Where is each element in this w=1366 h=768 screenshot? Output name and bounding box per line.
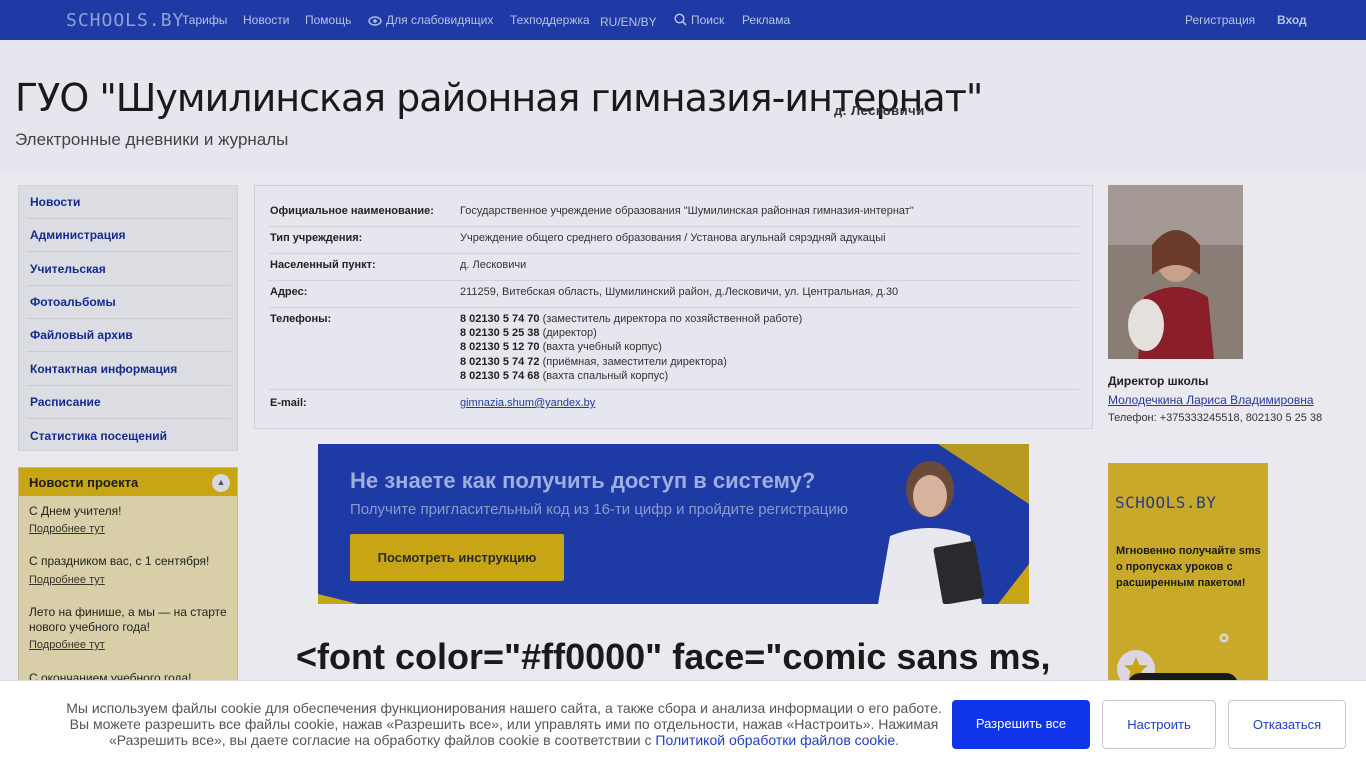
collapse-button[interactable]: ▲ <box>212 474 230 492</box>
phone-number[interactable]: 8 02130 5 74 70 <box>460 313 540 325</box>
sidebar-item-photo-albums[interactable]: Фотоальбомы <box>30 295 116 309</box>
register-link[interactable]: Регистрация <box>1185 13 1255 27</box>
phone-number[interactable]: 8 02130 5 74 68 <box>460 370 540 382</box>
site-logo[interactable]: SCHOOLS.BY <box>66 10 184 31</box>
school-header: ГУО "Шумилинская районная гимназия-интер… <box>0 40 1366 170</box>
nav-support[interactable]: Техподдержка <box>510 13 590 27</box>
configure-button[interactable]: Настроить <box>1102 700 1216 749</box>
sidebar-item-contacts[interactable]: Контактная информация <box>30 362 177 376</box>
news-item-link[interactable]: Подробнее тут <box>29 523 105 535</box>
divider <box>27 385 231 386</box>
phone-note: (заместитель директора по хозяйственной … <box>542 313 803 325</box>
divider <box>27 218 231 219</box>
divider <box>269 253 1079 254</box>
phone-note: (вахта спальный корпус) <box>542 370 669 382</box>
access-banner[interactable]: Не знаете как получить доступ в систему?… <box>318 444 1029 604</box>
type-label: Тип учреждения: <box>270 232 363 244</box>
phone-number[interactable]: 8 02130 5 25 38 <box>460 327 540 339</box>
nav-search-label: Поиск <box>691 13 725 27</box>
director-phone: Телефон: +375333245518, 802130 5 25 38 <box>1108 412 1323 424</box>
nav-ads[interactable]: Реклама <box>742 13 790 27</box>
reject-button[interactable]: Отказаться <box>1228 700 1346 749</box>
project-news-panel: Новости проекта ▲ С Днем учителя! Подроб… <box>18 467 238 697</box>
search-icon <box>674 13 687 29</box>
email-link[interactable]: gimnazia.shum@yandex.by <box>460 397 595 409</box>
official-name-label: Официальное наименование: <box>270 205 434 217</box>
divider <box>27 285 231 286</box>
cookie-tail: . <box>895 732 900 748</box>
sidebar-item-schedule[interactable]: Расписание <box>30 395 101 409</box>
sidebar-item-statistics[interactable]: Статистика посещений <box>30 429 167 443</box>
top-navbar: SCHOOLS.BY Тарифы Новости Помощь Для сла… <box>0 0 1366 40</box>
phone-number[interactable]: 8 02130 5 74 72 <box>460 356 540 368</box>
school-location: д. Лесковичи <box>834 103 925 118</box>
project-news-title: Новости проекта <box>29 475 139 490</box>
email-label: E-mail: <box>270 397 307 409</box>
nav-accessibility-label: Для слабовидящих <box>386 13 494 27</box>
director-name-link[interactable]: Молодечкина Лариса Владимировна <box>1108 393 1314 407</box>
banner-title: Не знаете как получить доступ в систему? <box>350 468 816 493</box>
school-info-card: Официальное наименование: Государственно… <box>254 185 1093 429</box>
locality-value: д. Лесковичи <box>460 259 527 271</box>
project-news-header: Новости проекта ▲ <box>19 468 237 496</box>
type-value: Учреждение общего среднего образования /… <box>460 232 886 244</box>
official-name-value: Государственное учреждение образования "… <box>460 205 914 217</box>
phone-entry: 8 02130 5 74 68 (вахта спальный корпус) <box>460 370 668 382</box>
sidebar-menu: Новости Администрация Учительская Фотоал… <box>18 185 238 451</box>
sidebar-item-file-archive[interactable]: Файловый архив <box>30 328 133 342</box>
cookie-policy-link[interactable]: Политикой обработки файлов cookie <box>655 732 895 748</box>
news-item-title: С праздником вас, с 1 сентября! <box>29 554 210 568</box>
language-switcher[interactable]: RU/EN/BY <box>600 15 657 29</box>
sms-ad[interactable]: SCHOOLS.BY Мгновенно получайте sms о про… <box>1108 463 1268 703</box>
divider <box>27 351 231 352</box>
director-title: Директор школы <box>1108 374 1209 388</box>
address-label: Адрес: <box>270 286 308 298</box>
sidebar-item-news[interactable]: Новости <box>30 195 80 209</box>
phone-entry: 8 02130 5 74 72 (приёмная, заместители д… <box>460 356 727 368</box>
divider <box>269 307 1079 308</box>
nav-news[interactable]: Новости <box>243 13 289 27</box>
divider <box>269 280 1079 281</box>
divider <box>27 251 231 252</box>
divider <box>27 418 231 419</box>
divider <box>269 389 1079 390</box>
nav-tariffs[interactable]: Тарифы <box>182 13 227 27</box>
divider <box>27 318 231 319</box>
news-item-link[interactable]: Подробнее тут <box>29 574 105 586</box>
news-item-link[interactable]: Подробнее тут <box>29 639 105 651</box>
view-instructions-button[interactable]: Посмотреть инструкцию <box>350 534 564 581</box>
gear-icon <box>1218 631 1230 649</box>
phone-entry: 8 02130 5 12 70 (вахта учебный корпус) <box>460 341 662 353</box>
school-subtitle: Электронные дневники и журналы <box>15 130 289 149</box>
locality-label: Населенный пункт: <box>270 259 376 271</box>
main-heading: <font color="#ff0000" face="comic sans m… <box>296 636 1051 677</box>
phone-number[interactable]: 8 02130 5 12 70 <box>460 341 540 353</box>
banner-subtitle: Получите пригласительный код из 16-ти ци… <box>350 501 849 518</box>
cookie-consent-bar: Мы используем файлы cookie для обеспечен… <box>0 680 1366 768</box>
nav-search[interactable]: Поиск <box>674 13 724 29</box>
login-link[interactable]: Вход <box>1277 13 1307 27</box>
nav-help[interactable]: Помощь <box>305 13 351 27</box>
phones-label: Телефоны: <box>270 313 332 325</box>
cookie-text: Мы используем файлы cookie для обеспечен… <box>60 700 948 748</box>
phone-note: (вахта учебный корпус) <box>542 341 662 353</box>
ad-logo: SCHOOLS.BY <box>1115 493 1217 512</box>
address-value: 211259, Витебская область, Шумилинский р… <box>460 286 899 298</box>
news-item-title: Лето на финише, а мы — на старте нового … <box>29 605 227 634</box>
director-photo[interactable] <box>1108 185 1243 359</box>
phone-entry: 8 02130 5 25 38 (директор) <box>460 327 597 339</box>
phone-entry: 8 02130 5 74 70 (заместитель директора п… <box>460 313 802 325</box>
ad-text: Мгновенно получайте sms о пропусках урок… <box>1116 545 1261 589</box>
sidebar-item-administration[interactable]: Администрация <box>30 228 125 242</box>
sidebar-item-teachers-room[interactable]: Учительская <box>30 262 106 276</box>
news-item-title: С Днем учителя! <box>29 504 122 518</box>
accept-all-button[interactable]: Разрешить все <box>952 700 1090 749</box>
phone-note: (директор) <box>542 327 597 339</box>
nav-accessibility[interactable]: Для слабовидящих <box>368 13 493 29</box>
eye-icon <box>368 15 382 29</box>
divider <box>269 226 1079 227</box>
phone-note: (приёмная, заместители директора) <box>542 356 727 368</box>
